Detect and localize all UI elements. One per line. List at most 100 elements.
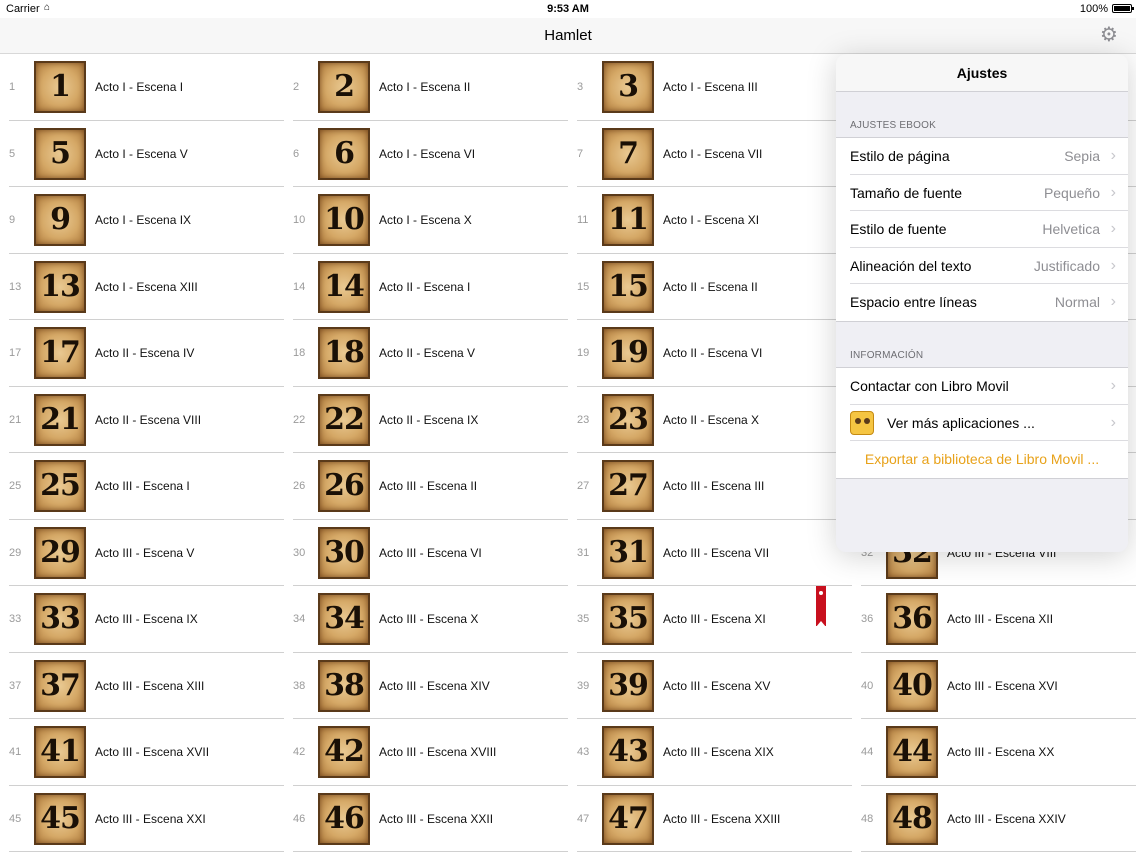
scene-index: 15 (577, 280, 590, 293)
scene-cell[interactable]: 27 27 Acto III - Escena III (568, 453, 852, 520)
contact-label: Contactar con Libro Movil (850, 377, 1009, 394)
scene-cell[interactable]: 26 26 Acto III - Escena II (284, 453, 568, 520)
scene-cell[interactable]: 39 39 Acto III - Escena XV (568, 653, 852, 719)
scene-cell[interactable]: 29 29 Acto III - Escena V (0, 520, 284, 586)
scene-cell[interactable]: 23 23 Acto II - Escena X (568, 387, 852, 453)
contact-row[interactable]: Contactar con Libro Movil › (850, 368, 1128, 405)
scene-cell[interactable]: 25 25 Acto III - Escena I (0, 453, 284, 520)
battery-percent: 100% (1079, 3, 1108, 15)
row-value: Helvetica (1042, 221, 1100, 238)
scene-number-parchment-icon: 13 (34, 260, 86, 313)
scene-cell[interactable]: 11 11 Acto I - Escena XI (568, 187, 852, 254)
scene-cell[interactable]: 40 40 Acto III - Escena XVI (852, 653, 1136, 719)
scene-cell[interactable]: 18 18 Acto II - Escena V (284, 320, 568, 387)
scene-title: Acto III - Escena XII (947, 612, 1054, 626)
scene-cell[interactable]: 30 30 Acto III - Escena VI (284, 520, 568, 586)
scene-index: 19 (577, 347, 590, 359)
scene-number-parchment-icon: 42 (318, 726, 370, 778)
chevron-right-icon: › (1110, 256, 1116, 274)
more-apps-row[interactable]: Ver más aplicaciones ... › (850, 405, 1128, 442)
scene-cell[interactable]: 33 33 Acto III - Escena IX (0, 586, 284, 653)
scene-index: 34 (293, 613, 306, 625)
scene-cell[interactable]: 19 19 Acto II - Escena VI (568, 320, 852, 387)
scene-title: Acto I - Escena III (663, 80, 758, 94)
scene-cell[interactable]: 35 35 Acto III - Escena XI (568, 586, 852, 653)
scene-title: Acto III - Escena XXII (379, 811, 494, 826)
scene-index: 2 (293, 81, 300, 93)
row-label: Alineación del texto (850, 257, 972, 274)
scene-cell[interactable]: 36 36 Acto III - Escena XII (852, 586, 1136, 653)
info-group: Contactar con Libro Movil › Ver más apli… (836, 366, 1128, 479)
scene-number-parchment-icon: 34 (318, 593, 370, 645)
scene-title: Acto II - Escena VIII (95, 412, 202, 427)
scene-index: 43 (577, 746, 590, 758)
scene-title: Acto II - Escena I (379, 279, 471, 294)
clock: 9:53 AM (547, 3, 589, 15)
scene-cell[interactable]: 15 15 Acto II - Escena II (568, 254, 852, 320)
scene-index: 37 (9, 679, 22, 692)
scene-index: 11 (577, 214, 589, 226)
scene-cell[interactable]: 46 46 Acto III - Escena XXII (284, 786, 568, 852)
scene-cell[interactable]: 43 43 Acto III - Escena XIX (568, 719, 852, 786)
scene-number-parchment-icon: 7 (602, 127, 654, 180)
scene-index: 26 (293, 480, 306, 492)
scene-index: 13 (9, 280, 22, 293)
scene-number-parchment-icon: 47 (602, 792, 654, 845)
scene-number-parchment-icon: 31 (602, 526, 654, 579)
chevron-right-icon: › (1110, 293, 1116, 311)
scene-title: Acto III - Escena XXIII (663, 811, 781, 826)
scene-cell[interactable]: 14 14 Acto II - Escena I (284, 254, 568, 320)
scene-cell[interactable]: 41 41 Acto III - Escena XVII (0, 719, 284, 786)
scene-cell[interactable]: 44 44 Acto III - Escena XX (852, 719, 1136, 786)
scene-index: 30 (293, 546, 306, 559)
settings-row-font-size[interactable]: Tamaño de fuente Pequeño › (850, 175, 1128, 212)
scene-cell[interactable]: 22 22 Acto II - Escena IX (284, 387, 568, 453)
scene-cell[interactable]: 6 6 Acto I - Escena VI (284, 121, 568, 187)
scene-title: Acto III - Escena IX (95, 612, 198, 626)
scene-cell[interactable]: 37 37 Acto III - Escena XIII (0, 653, 284, 719)
ebook-settings-group: Estilo de página Sepia › Tamaño de fuent… (836, 137, 1128, 322)
scene-cell[interactable]: 5 5 Acto I - Escena V (0, 121, 284, 187)
scene-number-parchment-icon: 22 (318, 393, 370, 446)
settings-row-line-spacing[interactable]: Espacio entre líneas Normal › (850, 284, 1128, 321)
scene-cell[interactable]: 7 7 Acto I - Escena VII (568, 121, 852, 187)
page-title: Hamlet (544, 27, 592, 44)
scene-cell[interactable]: 34 34 Acto III - Escena X (284, 586, 568, 653)
row-value: Justificado (1033, 257, 1100, 274)
scene-title: Acto I - Escena IX (95, 213, 192, 227)
scene-index: 42 (293, 746, 306, 758)
scene-cell[interactable]: 48 48 Acto III - Escena XXIV (852, 786, 1136, 852)
scene-cell[interactable]: 42 42 Acto III - Escena XVIII (284, 719, 568, 786)
scene-cell[interactable]: 45 45 Acto III - Escena XXI (0, 786, 284, 852)
scene-cell[interactable]: 47 47 Acto III - Escena XXIII (568, 786, 852, 852)
scene-cell[interactable]: 2 2 Acto I - Escena II (284, 54, 568, 121)
scene-index: 35 (577, 613, 590, 625)
scene-cell[interactable]: 3 3 Acto I - Escena III (568, 54, 852, 121)
scene-index: 21 (9, 413, 22, 426)
scene-number-parchment-icon: 10 (318, 194, 370, 246)
settings-row-font-style[interactable]: Estilo de fuente Helvetica › (850, 211, 1128, 248)
scene-number-parchment-icon: 19 (602, 327, 654, 379)
export-link[interactable]: Exportar a biblioteca de Libro Movil ... (836, 441, 1128, 477)
scene-cell[interactable]: 31 31 Acto III - Escena VII (568, 520, 852, 586)
chevron-right-icon: › (1110, 220, 1116, 238)
scene-cell[interactable]: 9 9 Acto I - Escena IX (0, 187, 284, 254)
scene-title: Acto II - Escena IX (379, 412, 479, 427)
gear-icon[interactable]: ⚙ (1098, 24, 1120, 46)
scene-title: Acto I - Escena VII (663, 146, 763, 161)
scene-title: Acto I - Escena II (379, 80, 471, 94)
scene-number-parchment-icon: 6 (318, 127, 370, 180)
settings-row-page-style[interactable]: Estilo de página Sepia › (850, 138, 1128, 175)
settings-row-text-alignment[interactable]: Alineación del texto Justificado › (850, 248, 1128, 285)
scene-index: 45 (9, 812, 22, 825)
scene-cell[interactable]: 10 10 Acto I - Escena X (284, 187, 568, 254)
scene-cell[interactable]: 1 1 Acto I - Escena I (0, 54, 284, 121)
scene-cell[interactable]: 21 21 Acto II - Escena VIII (0, 387, 284, 453)
scene-number-parchment-icon: 11 (602, 194, 654, 246)
scene-cell[interactable]: 13 13 Acto I - Escena XIII (0, 254, 284, 320)
scene-cell[interactable]: 17 17 Acto II - Escena IV (0, 320, 284, 387)
scene-cell[interactable]: 38 38 Acto III - Escena XIV (284, 653, 568, 719)
scene-index: 41 (9, 746, 22, 758)
scene-number-parchment-icon: 2 (318, 61, 370, 113)
export-row[interactable]: Exportar a biblioteca de Libro Movil ... (850, 441, 1128, 478)
